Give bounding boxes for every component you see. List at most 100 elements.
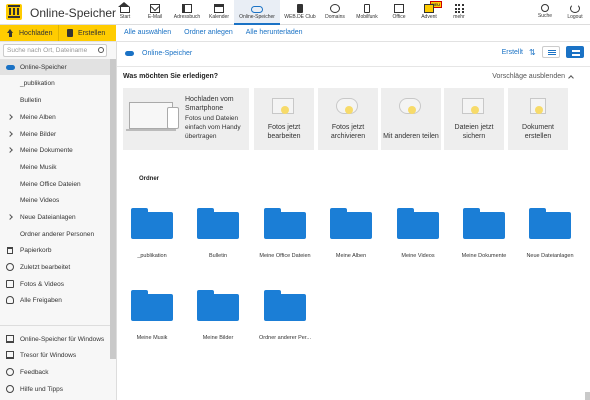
app-title: Online-Speicher <box>30 6 117 20</box>
tile-view-button[interactable] <box>566 46 584 58</box>
folder-tile[interactable]: Neue Dateianlagen <box>517 208 577 268</box>
folder-icon <box>131 290 173 321</box>
nav-email[interactable]: E-Mail <box>140 0 170 25</box>
folder-tile[interactable]: _publikation <box>119 208 179 268</box>
folder-tile[interactable]: Meine Dokumente <box>451 208 511 268</box>
sidebar-item-online-speicher[interactable]: Online-Speicher <box>0 59 110 75</box>
folder-tile[interactable]: Meine Office Dateien <box>252 208 312 268</box>
card-share[interactable]: Mit anderen teilen <box>381 88 441 150</box>
folder-label: Meine Videos <box>401 253 435 259</box>
sidebar-item-meine-bilder[interactable]: Meine Bilder <box>0 126 110 142</box>
sidebar-link-help[interactable]: Hilfe und Tipps <box>0 381 110 397</box>
sidebar: Online-Speicher _publikation Bulletin Me… <box>0 42 117 400</box>
sidebar-link-feedback[interactable]: Feedback <box>0 364 110 380</box>
card-upload-smartphone[interactable]: Hochladen vom Smartphone Fotos und Datei… <box>123 88 249 150</box>
folders-section-title: Ordner <box>139 176 160 182</box>
download-all-link[interactable]: Alle herunterladen <box>246 29 303 36</box>
calendar-icon <box>214 4 224 13</box>
sidebar-item-meine-alben[interactable]: Meine Alben <box>0 109 110 125</box>
trash-icon <box>7 246 13 254</box>
nav-advent[interactable]: NEU Advent <box>414 0 444 25</box>
nav-calendar[interactable]: Kalender <box>204 0 234 25</box>
people-icon <box>6 296 14 304</box>
folder-tile[interactable]: Meine Videos <box>385 208 445 268</box>
sidebar-item-ordner-anderer[interactable]: Ordner anderer Personen <box>0 226 110 242</box>
tiles-icon <box>572 50 580 56</box>
sidebar-item-zuletzt[interactable]: Zuletzt bearbeitet <box>0 259 110 275</box>
new-document-icon <box>67 29 73 37</box>
sidebar-item-label: Meine Videos <box>20 196 60 204</box>
create-button[interactable]: Erstellen <box>58 25 116 41</box>
card-archive-photos[interactable]: Fotos jetzt archivieren <box>318 88 378 150</box>
card-edit-photos[interactable]: Fotos jetzt bearbeiten <box>254 88 314 150</box>
sidebar-item-meine-musik[interactable]: Meine Musik <box>0 159 110 175</box>
sidebar-item-label: Hilfe und Tipps <box>20 385 63 393</box>
sidebar-item-label: Alle Freigaben <box>20 296 62 304</box>
select-all-link[interactable]: Alle auswählen <box>124 29 171 36</box>
sidebar-item-meine-dokumente[interactable]: Meine Dokumente <box>0 142 110 158</box>
chevron-right-icon[interactable] <box>7 131 13 137</box>
sidebar-scrollbar[interactable] <box>110 59 116 359</box>
folder-tile[interactable]: Ordner anderer Per... <box>252 290 312 350</box>
folder-icon <box>264 290 306 321</box>
sidebar-link-windows-app[interactable]: Online-Speicher für Windows <box>0 331 110 347</box>
nav-domains[interactable]: Domains <box>320 0 350 25</box>
sidebar-item-label: Neue Dateianlagen <box>20 213 76 221</box>
folder-tile[interactable]: Bulletin <box>185 208 245 268</box>
sidebar-search-input[interactable] <box>3 44 107 57</box>
cloud-icon <box>125 51 134 56</box>
hide-suggestions-label: Vorschläge ausblenden <box>492 73 565 80</box>
folder-tile[interactable]: Meine Alben <box>318 208 378 268</box>
sidebar-item-fotos-videos[interactable]: Fotos & Videos <box>0 276 110 292</box>
phone-icon <box>364 4 370 13</box>
card-label: Fotos jetzt bearbeiten <box>267 124 301 140</box>
laptop-base <box>126 129 176 131</box>
nav-mobilfunk[interactable]: Mobilfunk <box>350 0 384 25</box>
sidebar-item-bulletin[interactable]: Bulletin <box>0 92 110 108</box>
sort-direction-icon[interactable]: ⇅ <box>529 48 536 56</box>
hide-suggestions-button[interactable]: Vorschläge ausblenden <box>492 73 574 81</box>
new-folder-link[interactable]: Ordner anlegen <box>184 29 233 36</box>
folder-label: Bulletin <box>208 253 228 259</box>
folder-icon <box>529 208 571 239</box>
chevron-right-icon[interactable] <box>7 114 13 120</box>
sidebar-item-label: Fotos & Videos <box>20 280 64 288</box>
upload-button[interactable]: Hochladen <box>0 25 58 41</box>
chevron-right-icon[interactable] <box>7 214 13 220</box>
card-create-document[interactable]: Dokument erstellen <box>508 88 568 150</box>
folder-label: Meine Alben <box>335 253 367 259</box>
sort-dropdown[interactable]: Erstellt <box>502 49 523 56</box>
nav-search[interactable]: Suche <box>530 0 560 25</box>
nav-club[interactable]: WEB.DE Club <box>280 0 320 25</box>
sidebar-link-tresor[interactable]: Tresor für Windows <box>0 347 110 363</box>
folder-tile[interactable]: Meine Bilder <box>185 290 245 350</box>
sidebar-item-papierkorb[interactable]: Papierkorb <box>0 242 110 258</box>
addressbook-icon <box>182 4 192 13</box>
sidebar-item-office-dateien[interactable]: Meine Office Dateien <box>0 176 110 192</box>
sidebar-item-publikation[interactable]: _publikation <box>0 75 110 91</box>
folder-icon <box>197 290 239 321</box>
sidebar-divider <box>0 325 110 326</box>
nav-start[interactable]: Start <box>110 0 140 25</box>
sidebar-item-freigaben[interactable]: Alle Freigaben <box>0 292 110 308</box>
nav-addressbook[interactable]: Adressbuch <box>170 0 204 25</box>
nav-office[interactable]: Office <box>384 0 414 25</box>
search-icon <box>98 47 104 53</box>
card-backup[interactable]: Dateien jetzt sichern <box>444 88 504 150</box>
breadcrumb-root[interactable]: Online-Speicher <box>142 50 192 57</box>
nav-online-speicher[interactable]: Online-Speicher <box>234 0 280 25</box>
list-view-button[interactable] <box>542 46 560 58</box>
webde-logo[interactable] <box>6 4 22 20</box>
folder-icon <box>264 208 306 239</box>
sidebar-item-label: Tresor für Windows <box>20 351 77 359</box>
sidebar-item-meine-videos[interactable]: Meine Videos <box>0 192 110 208</box>
folder-tile[interactable]: Meine Musik <box>119 290 179 350</box>
chevron-right-icon[interactable] <box>7 147 13 153</box>
list-icon <box>548 50 556 55</box>
nav-more[interactable]: mehr <box>444 0 474 25</box>
folder-label: Meine Office Dateien <box>259 253 311 259</box>
top-bar: Online-Speicher Start E-Mail Adressbuch … <box>0 0 590 25</box>
sidebar-item-label: Zuletzt bearbeitet <box>20 263 71 271</box>
nav-logout[interactable]: Logout <box>560 0 590 25</box>
sidebar-item-dateianlagen[interactable]: Neue Dateianlagen <box>0 209 110 225</box>
